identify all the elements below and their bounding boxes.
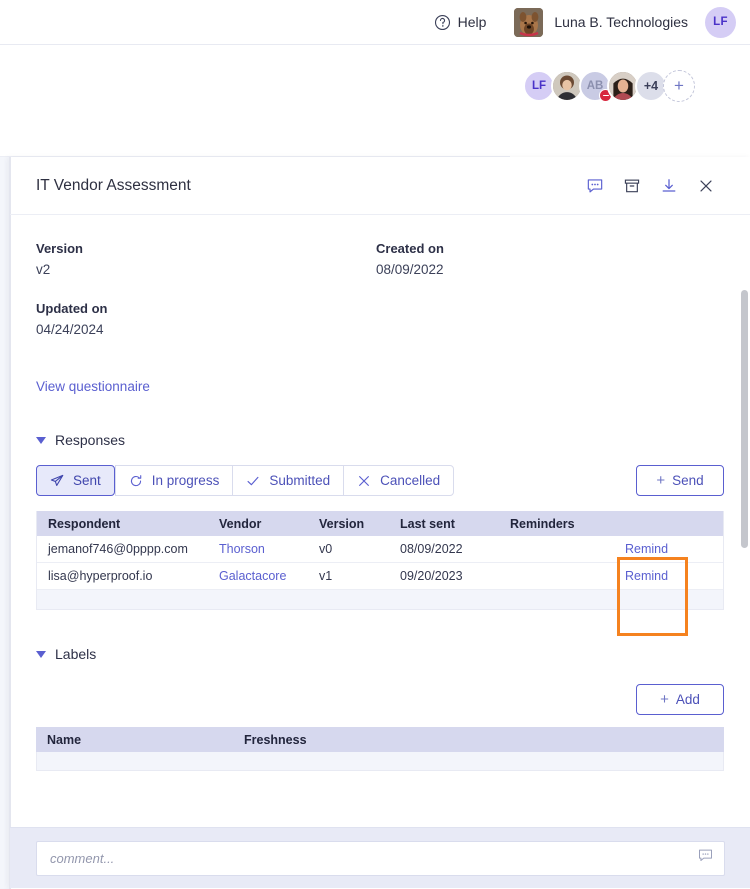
- detail-drawer: IT Vendor Assessment Version v2 Created …: [9, 157, 750, 889]
- column-reminders: Reminders: [510, 516, 575, 531]
- collaborator-overflow-label: +4: [643, 79, 659, 93]
- drawer-body: Version v2 Created on 08/09/2022 Updated…: [10, 215, 750, 888]
- filter-in-progress-label: In progress: [151, 473, 220, 488]
- x-icon: [357, 474, 371, 488]
- plus-icon: +: [656, 472, 666, 489]
- user-initials: LF: [713, 16, 728, 28]
- remind-button[interactable]: Remind: [613, 569, 709, 583]
- view-questionnaire-row: View questionnaire: [10, 378, 750, 396]
- filter-sent-label: Sent: [73, 473, 101, 488]
- help-button[interactable]: Help: [434, 14, 487, 31]
- comment-bar: [10, 827, 750, 888]
- cell-vendor[interactable]: Thorson: [219, 542, 319, 556]
- view-questionnaire-link[interactable]: View questionnaire: [36, 379, 150, 394]
- send-button-label: Send: [672, 473, 704, 488]
- labels-table: Name Freshness: [36, 727, 724, 771]
- version-value: v2: [36, 262, 51, 277]
- created-label: Created on: [376, 241, 444, 256]
- filter-submitted[interactable]: Submitted: [232, 465, 344, 496]
- responses-controls: Sent In progress Submitted Cancelled + S…: [10, 465, 750, 496]
- column-respondent: Respondent: [48, 516, 121, 531]
- table-row[interactable]: lisa@hyperproof.io Galactacore v1 09/20/…: [37, 563, 723, 590]
- page-title: IT Vendor Assessment: [36, 176, 191, 194]
- paper-plane-icon: [50, 474, 64, 488]
- org-name: Luna B. Technologies: [554, 14, 688, 30]
- table-row[interactable]: jemanof746@0pppp.com Thorson v0 08/09/20…: [37, 536, 723, 563]
- labels-table-header: Name Freshness: [36, 727, 724, 752]
- archive-icon[interactable]: [624, 178, 640, 194]
- add-label-button[interactable]: + Add: [636, 684, 724, 715]
- version-field: Version v2: [36, 241, 376, 277]
- responses-table: Respondent Vendor Version Last sent Remi…: [36, 511, 724, 610]
- filter-sent[interactable]: Sent: [36, 465, 115, 496]
- drawer-header: IT Vendor Assessment: [10, 157, 750, 215]
- comment-input[interactable]: [48, 849, 698, 867]
- collaborator-initials: LF: [531, 80, 547, 92]
- chevron-down-icon[interactable]: [36, 650, 46, 658]
- labels-controls: + Add: [10, 684, 750, 715]
- user-avatar[interactable]: LF: [705, 6, 736, 38]
- filter-cancelled[interactable]: Cancelled: [343, 465, 455, 496]
- cell-version: v0: [319, 542, 333, 556]
- collaborator-avatars: LF AB +4 +: [523, 70, 695, 102]
- labels-section-header[interactable]: Labels: [10, 646, 750, 662]
- check-icon: [246, 474, 260, 488]
- help-label: Help: [457, 14, 487, 30]
- created-field: Created on 08/09/2022: [376, 241, 716, 277]
- responses-section-header[interactable]: Responses: [10, 432, 750, 448]
- download-icon[interactable]: [661, 178, 677, 194]
- updated-label: Updated on: [36, 301, 108, 316]
- filter-submitted-label: Submitted: [269, 473, 331, 488]
- drawer-scrollbar-thumb[interactable]: [741, 290, 748, 548]
- close-icon[interactable]: [698, 178, 714, 194]
- org-switcher[interactable]: Luna B. Technologies: [514, 7, 688, 37]
- filter-cancelled-label: Cancelled: [380, 473, 441, 488]
- column-version: Version: [319, 516, 365, 531]
- responses-table-header: Respondent Vendor Version Last sent Remi…: [37, 511, 723, 536]
- version-label: Version: [36, 241, 83, 256]
- column-vendor: Vendor: [219, 516, 262, 531]
- plus-icon: +: [660, 691, 669, 708]
- comment-icon[interactable]: [698, 848, 713, 868]
- send-button[interactable]: + Send: [636, 465, 724, 496]
- column-name: Name: [47, 732, 82, 747]
- plus-icon: +: [674, 76, 684, 95]
- created-value: 08/09/2022: [376, 262, 444, 277]
- comment-icon[interactable]: [587, 178, 603, 194]
- refresh-icon: [129, 474, 143, 488]
- cell-last-sent: 08/09/2022: [400, 542, 463, 556]
- drawer-header-actions: [587, 178, 724, 194]
- labels-section-title: Labels: [55, 646, 97, 662]
- org-logo: [514, 7, 544, 37]
- updated-field: Updated on 04/24/2024: [36, 301, 376, 337]
- app-root: Help Luna B. Technologies LF LF AB +4 + …: [0, 0, 750, 889]
- metadata-section: Version v2 Created on 08/09/2022 Updated…: [10, 215, 750, 337]
- comment-box[interactable]: [36, 840, 725, 876]
- responses-section-title: Responses: [55, 432, 126, 448]
- question-circle-icon: [434, 14, 451, 31]
- labels-table-empty: [36, 752, 724, 771]
- remind-button[interactable]: Remind: [613, 542, 709, 556]
- response-status-filter: Sent In progress Submitted Cancelled: [36, 465, 455, 496]
- add-button-label: Add: [675, 692, 700, 707]
- cell-respondent: jemanof746@0pppp.com: [48, 542, 188, 556]
- responses-table-footer: [37, 590, 723, 609]
- filter-in-progress[interactable]: In progress: [114, 465, 233, 496]
- cell-respondent: lisa@hyperproof.io: [48, 569, 153, 583]
- column-freshness: Freshness: [244, 732, 307, 747]
- cell-version: v1: [319, 569, 333, 583]
- updated-value: 04/24/2024: [36, 322, 104, 337]
- cell-vendor[interactable]: Galactacore: [219, 569, 319, 583]
- add-collaborator-button[interactable]: +: [663, 70, 695, 102]
- cell-last-sent: 09/20/2023: [400, 569, 463, 583]
- chevron-down-icon[interactable]: [36, 436, 46, 444]
- top-bar: Help Luna B. Technologies LF: [0, 0, 750, 45]
- column-last-sent: Last sent: [400, 516, 455, 531]
